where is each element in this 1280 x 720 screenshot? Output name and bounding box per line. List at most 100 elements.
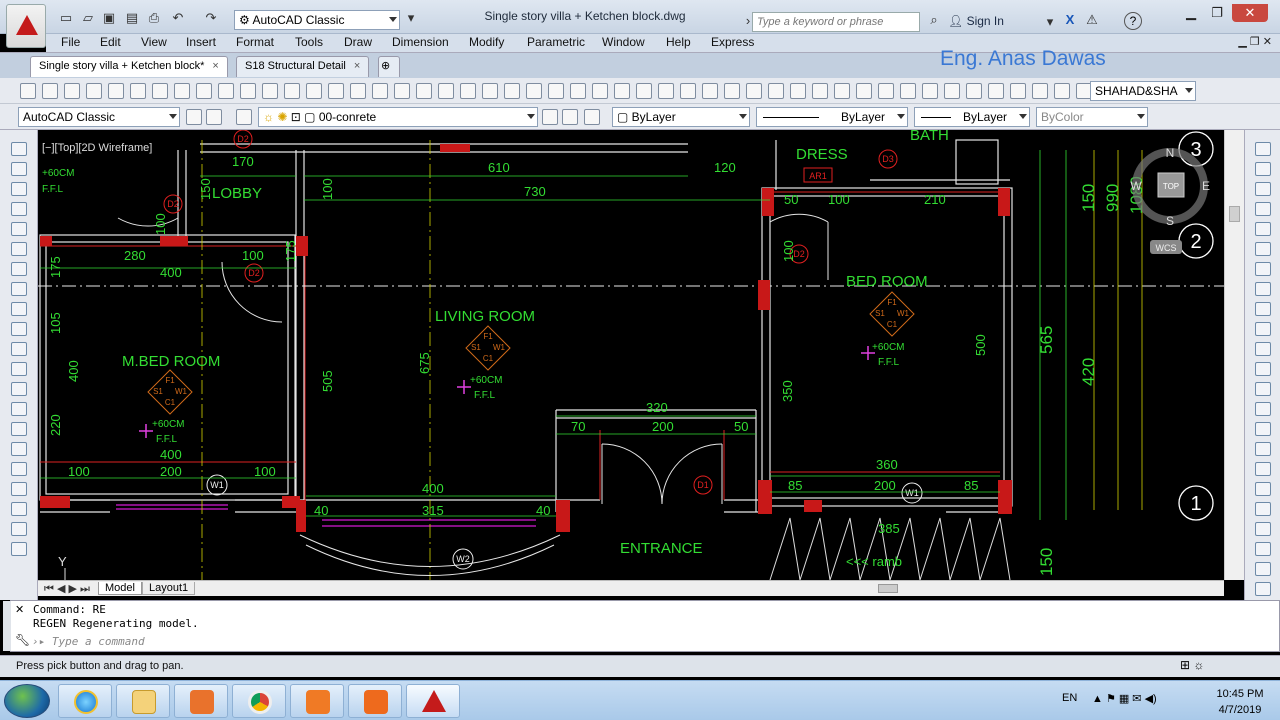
modify-tool-icon[interactable]: [1255, 242, 1271, 256]
toolbar-tool-icon[interactable]: [306, 83, 322, 99]
menu-window[interactable]: Window: [602, 35, 645, 49]
toolbar-tool-icon[interactable]: [20, 83, 36, 99]
toolbar-tool-icon[interactable]: [746, 83, 762, 99]
draw-tool-icon[interactable]: [11, 202, 27, 216]
menu-dimension[interactable]: Dimension: [392, 35, 449, 49]
status-tray-icons[interactable]: ⊞ ☼: [1180, 658, 1216, 674]
menu-draw[interactable]: Draw: [344, 35, 372, 49]
menu-insert[interactable]: Insert: [186, 35, 216, 49]
drawing-area[interactable]: LOBBY LIVING ROOM M.BED ROOM BED ROOM DR…: [38, 130, 1224, 580]
menu-parametric[interactable]: Parametric: [527, 35, 585, 49]
draw-tool-icon[interactable]: [11, 462, 27, 476]
modify-tool-icon[interactable]: [1255, 442, 1271, 456]
toolbar-tool-icon[interactable]: [350, 83, 366, 99]
draw-tool-icon[interactable]: [11, 382, 27, 396]
draw-tool-icon[interactable]: [11, 502, 27, 516]
minimize-button[interactable]: ▁: [1178, 4, 1204, 22]
tab-document-structural[interactable]: S18 Structural Detail ×: [236, 56, 370, 77]
draw-tool-icon[interactable]: [11, 262, 27, 276]
menu-tools[interactable]: Tools: [295, 35, 323, 49]
modify-tool-icon[interactable]: [1255, 182, 1271, 196]
taskbar-chrome[interactable]: [232, 684, 286, 718]
toolbar-tool-icon[interactable]: [966, 83, 982, 99]
stay-connected-icon[interactable]: ⚠: [1084, 12, 1100, 28]
close-tab-icon[interactable]: ×: [212, 60, 218, 72]
menu-modify[interactable]: Modify: [469, 35, 504, 49]
toolbar-tool-icon[interactable]: [988, 83, 1004, 99]
start-button[interactable]: [4, 684, 50, 718]
modify-tool-icon[interactable]: [1255, 502, 1271, 516]
sign-in-button[interactable]: 👤︎ Sign In: [948, 14, 1004, 28]
language-indicator[interactable]: EN: [1062, 692, 1077, 704]
toolbar-tool-icon[interactable]: [834, 83, 850, 99]
close-command-icon[interactable]: ✕: [15, 603, 24, 616]
modify-tool-icon[interactable]: [1255, 362, 1271, 376]
scroll-thumb[interactable]: [1229, 206, 1240, 222]
toolbar-tool-icon[interactable]: [328, 83, 344, 99]
menu-help[interactable]: Help: [666, 35, 691, 49]
maximize-button[interactable]: ❐: [1204, 4, 1230, 22]
modify-tool-icon[interactable]: [1255, 262, 1271, 276]
toolbar-tool-icon[interactable]: [636, 83, 652, 99]
taskbar-app-orange[interactable]: [290, 684, 344, 718]
toolbar-tool-icon[interactable]: [86, 83, 102, 99]
binoculars-icon[interactable]: ⌕: [926, 12, 942, 28]
toolbar-tool-icon[interactable]: [812, 83, 828, 99]
make-current-icon[interactable]: [542, 109, 558, 125]
toolbar-tool-icon[interactable]: [592, 83, 608, 99]
toolbar-tool-icon[interactable]: [460, 83, 476, 99]
modify-tool-icon[interactable]: [1255, 342, 1271, 356]
draw-tool-icon[interactable]: [11, 542, 27, 556]
search-input[interactable]: Type a keyword or phrase: [752, 12, 920, 32]
toolbar-tool-icon[interactable]: [130, 83, 146, 99]
modify-tool-icon[interactable]: [1255, 482, 1271, 496]
toolbar-tool-icon[interactable]: [262, 83, 278, 99]
open-icon[interactable]: ▱: [80, 10, 96, 26]
toolbar-tool-icon[interactable]: [504, 83, 520, 99]
toolbar-tool-icon[interactable]: [174, 83, 190, 99]
modify-tool-icon[interactable]: [1255, 302, 1271, 316]
document-window-controls[interactable]: ▁ ❐ ✕: [1238, 35, 1272, 48]
print-icon[interactable]: ⎙: [146, 10, 162, 26]
horizontal-scroll-thumb[interactable]: [878, 584, 898, 593]
workspace-selector-2[interactable]: AutoCAD Classic: [18, 107, 180, 127]
toolbar-tool-icon[interactable]: [64, 83, 80, 99]
modify-tool-icon[interactable]: [1255, 542, 1271, 556]
tray-icons[interactable]: ▲ ⚑ ▦ ✉ ◀): [1092, 692, 1157, 705]
menu-view[interactable]: View: [141, 35, 167, 49]
toolbar-tool-icon[interactable]: [680, 83, 696, 99]
modify-tool-icon[interactable]: [1255, 142, 1271, 156]
draw-tool-icon[interactable]: [11, 302, 27, 316]
help-button[interactable]: ?: [1124, 12, 1142, 30]
toolbar-tool-icon[interactable]: [878, 83, 894, 99]
taskbar-internet-explorer[interactable]: [58, 684, 112, 718]
menu-file[interactable]: File: [61, 35, 80, 49]
plot-style-selector[interactable]: ByColor: [1036, 107, 1148, 127]
draw-tool-icon[interactable]: [11, 222, 27, 236]
toolbar-tool-icon[interactable]: [416, 83, 432, 99]
save-icon[interactable]: ▣: [101, 10, 117, 26]
dropdown-icon[interactable]: ▾: [1042, 14, 1058, 30]
close-button[interactable]: ✕: [1232, 4, 1268, 22]
menu-format[interactable]: Format: [236, 35, 274, 49]
modify-tool-icon[interactable]: [1255, 162, 1271, 176]
toolbar-tool-icon[interactable]: [108, 83, 124, 99]
color-selector[interactable]: ▢ ByLayer: [612, 107, 750, 127]
taskbar-media-player[interactable]: [174, 684, 228, 718]
draw-tool-icon[interactable]: [11, 422, 27, 436]
draw-tool-icon[interactable]: [11, 162, 27, 176]
draw-tool-icon[interactable]: [11, 522, 27, 536]
toolbar-tool-icon[interactable]: [856, 83, 872, 99]
lineweight-selector[interactable]: ByLayer: [914, 107, 1030, 127]
system-clock[interactable]: 10:45 PM 4/7/2019: [1208, 686, 1272, 718]
exchange-icon[interactable]: X: [1062, 12, 1078, 28]
save-as-icon[interactable]: ▤: [124, 10, 140, 26]
vertical-scrollbar[interactable]: [1224, 130, 1244, 580]
draw-tool-icon[interactable]: [11, 142, 27, 156]
new-icon[interactable]: ▭: [58, 10, 74, 26]
wrench-icon[interactable]: 🔧︎: [15, 633, 30, 647]
toolbar-tool-icon[interactable]: [768, 83, 784, 99]
toolbar-tool-icon[interactable]: [284, 83, 300, 99]
toolbar-tool-icon[interactable]: [724, 83, 740, 99]
toolbar-tool-icon[interactable]: [240, 83, 256, 99]
